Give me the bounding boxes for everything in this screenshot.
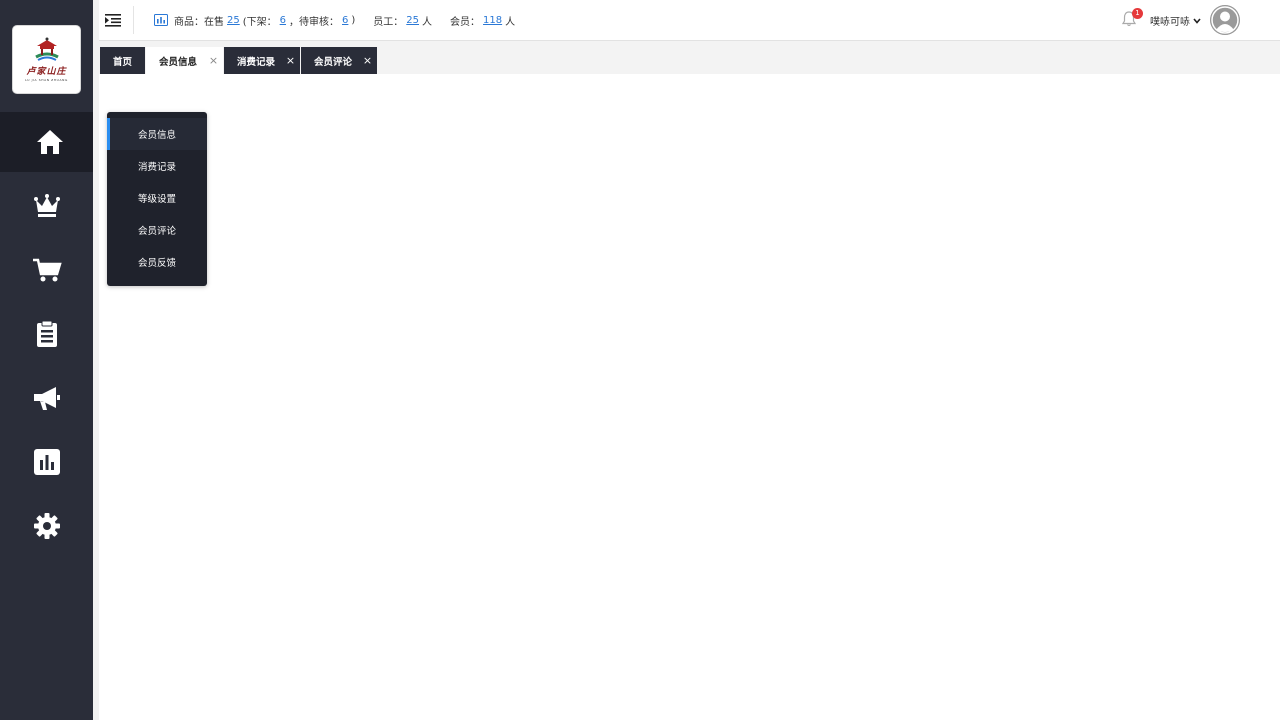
home-submenu: 会员信息 消费记录 等级设置 会员评论 会员反馈: [107, 112, 207, 286]
staff-unit: 人: [422, 16, 433, 28]
submenu-item-consumption-records[interactable]: 消费记录: [107, 150, 207, 182]
submenu-item-label: 等级设置: [137, 194, 176, 205]
tab-label: 消费记录: [237, 56, 276, 68]
submenu-item-label: 会员信息: [137, 130, 176, 141]
on-sale-count-link[interactable]: 25: [227, 15, 240, 26]
member-count-link[interactable]: 118: [483, 15, 502, 26]
username-label: 噗哧可哧: [1150, 17, 1190, 28]
sidebar-item-member[interactable]: [0, 176, 93, 236]
tab-member-comments[interactable]: 会员评论 ×: [301, 47, 377, 74]
topbar: 商品：在售 25 (下架： 6 ，待审核： 6 ) 员工： 25 人 会员： 1…: [99, 0, 1280, 41]
submenu-item-member-comments[interactable]: 会员评论: [107, 214, 207, 246]
logo-text-en: LU JIA SHAN ZHUANG: [25, 78, 68, 82]
tab-home[interactable]: 首页: [100, 47, 145, 74]
sidebar-item-orders[interactable]: [0, 304, 93, 364]
brand-logo[interactable]: 卢家山庄 LU JIA SHAN ZHUANG: [13, 26, 80, 93]
sidebar-item-marketing[interactable]: [0, 368, 93, 428]
tab-close-icon[interactable]: ×: [362, 55, 373, 66]
topbar-divider: [133, 6, 134, 34]
stats-chart-icon: [154, 14, 168, 26]
staff-label: 员工：: [373, 16, 404, 28]
submenu-item-label: 会员反馈: [137, 258, 176, 269]
sidebar-item-goods[interactable]: [0, 240, 93, 300]
goods-label: 商品：在售: [174, 16, 224, 28]
pending-count-link[interactable]: 6: [342, 15, 348, 26]
staff-count-link[interactable]: 25: [406, 15, 419, 26]
tab-label: 首页: [113, 56, 133, 68]
sidebar: 卢家山庄 LU JIA SHAN ZHUANG: [0, 0, 100, 720]
off-shelf-label: (下架：: [242, 16, 277, 28]
submenu-item-label: 消费记录: [137, 162, 176, 173]
pavilion-logo-icon: [34, 37, 59, 61]
off-shelf-count-link[interactable]: 6: [280, 15, 286, 26]
sidebar-item-statistics[interactable]: [0, 432, 93, 492]
megaphone-icon: [33, 387, 60, 410]
tab-label: 会员信息: [159, 56, 198, 68]
submenu-item-member-feedback[interactable]: 会员反馈: [107, 246, 207, 278]
menu-toggle-icon[interactable]: [104, 12, 122, 28]
home-icon: [37, 130, 63, 154]
clipboard-icon: [36, 320, 57, 347]
tab-member-info[interactable]: 会员信息 ×: [146, 47, 223, 74]
submenu-item-member-info[interactable]: 会员信息: [107, 118, 207, 150]
chevron-down-icon: [1193, 17, 1201, 24]
main-area: 商品：在售 25 (下架： 6 ，待审核： 6 ) 员工： 25 人 会员： 1…: [93, 0, 1280, 720]
bar-chart-icon: [33, 449, 60, 475]
submenu-item-label: 会员评论: [137, 226, 176, 237]
sidebar-item-home[interactable]: [0, 112, 100, 172]
close-paren: ): [351, 14, 356, 26]
tab-close-icon[interactable]: ×: [285, 55, 296, 66]
member-label: 会员：: [450, 16, 481, 28]
notification-button[interactable]: 1: [1121, 8, 1143, 29]
summary-stats: 商品：在售 25 (下架： 6 ，待审核： 6 ) 员工： 25 人 会员： 1…: [154, 12, 515, 28]
submenu-item-level-settings[interactable]: 等级设置: [107, 182, 207, 214]
pending-label: ，待审核：: [289, 16, 340, 28]
tab-consumption-records[interactable]: 消费记录 ×: [224, 47, 300, 74]
notification-badge: 1: [1132, 8, 1143, 19]
tab-close-icon[interactable]: ×: [208, 55, 219, 66]
user-avatar-icon: [1210, 5, 1240, 35]
member-unit: 人: [505, 16, 516, 28]
cart-icon: [32, 258, 62, 282]
tab-label: 会员评论: [314, 56, 353, 68]
sidebar-item-settings[interactable]: [0, 496, 93, 556]
avatar[interactable]: [1210, 5, 1240, 35]
user-menu[interactable]: 噗哧可哧: [1150, 13, 1201, 28]
logo-text-cn: 卢家山庄: [26, 67, 67, 77]
crown-icon: [33, 194, 60, 217]
gear-icon: [33, 513, 60, 539]
tab-strip: 首页 会员信息 × 消费记录 × 会员评论 ×: [99, 41, 1280, 74]
